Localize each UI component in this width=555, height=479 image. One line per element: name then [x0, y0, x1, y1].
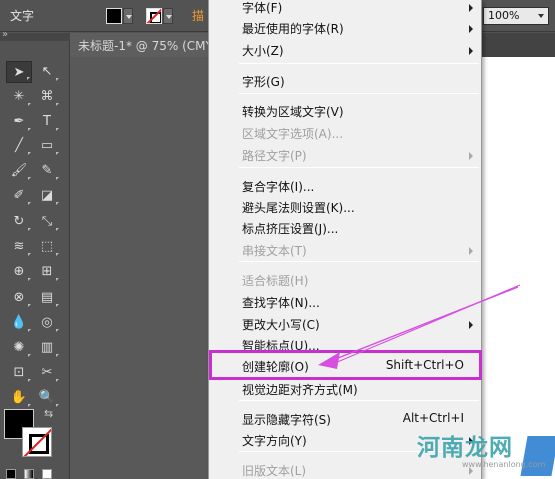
fill-color-swatch[interactable]: [106, 8, 122, 24]
menu-item-11: 适合标题(H): [210, 269, 482, 291]
menu-item-2[interactable]: 大小(Z): [210, 39, 482, 61]
menu-item-label: 字体(F): [242, 1, 283, 15]
paintbrush-tool-icon[interactable]: 🖌: [6, 160, 32, 182]
control-bar-truncated-label: 描: [192, 9, 205, 23]
menu-item-label: 避头尾法则设置(K)...: [242, 201, 355, 215]
artboard[interactable]: [480, 57, 555, 479]
submenu-arrow-icon: [469, 4, 473, 12]
menu-item-label: 显示隐藏字符(S): [242, 413, 331, 427]
menu-separator: [239, 167, 479, 168]
menu-item-12[interactable]: 查找字体(N)...: [210, 291, 482, 313]
panel-grip[interactable]: [0, 29, 70, 41]
line-segment-tool-icon[interactable]: ╱: [6, 135, 32, 157]
eraser-tool-icon[interactable]: ◪: [34, 185, 60, 207]
menu-item-label: 更改大小写(C): [242, 318, 320, 332]
selection-tool-icon[interactable]: ➤: [6, 61, 32, 83]
menu-item-10: 串接文本(T): [210, 239, 482, 261]
blob-brush-tool-icon[interactable]: ✐: [6, 185, 32, 207]
menu-item-13[interactable]: 更改大小写(C): [210, 313, 482, 335]
menu-item-label: 标点挤压设置(J)...: [242, 222, 339, 236]
shape-builder-tool-icon[interactable]: ⊕: [6, 261, 32, 283]
menu-item-label: 大小(Z): [242, 44, 284, 58]
gradient-tool-icon[interactable]: ▤: [34, 287, 60, 309]
swap-fill-stroke-icon[interactable]: ⇆: [44, 407, 53, 420]
menu-item-0[interactable]: 字体(F): [210, 0, 482, 18]
pen-tool-icon[interactable]: ✒: [6, 111, 32, 133]
watermark-logo: [520, 436, 555, 476]
watermark-text: 河南龙网: [417, 435, 513, 461]
stroke-box[interactable]: [22, 427, 52, 457]
mesh-tool-icon[interactable]: ⊗: [6, 287, 32, 309]
menu-item-label: 区域文字选项(A)...: [242, 127, 344, 141]
menu-separator: [239, 93, 479, 94]
menu-item-7[interactable]: 复合字体(I)...: [210, 175, 482, 197]
menu-item-17[interactable]: 显示隐藏字符(S) Alt+Ctrl+I: [210, 408, 482, 430]
rectangle-tool-icon[interactable]: ▭: [34, 135, 60, 157]
highlight-box: [209, 350, 482, 380]
menu-separator: [239, 261, 479, 262]
type-tool-icon[interactable]: T: [34, 111, 60, 133]
menu-item-16[interactable]: 视觉边距对齐方式(M): [210, 378, 482, 400]
menu-item-1[interactable]: 最近使用的字体(R): [210, 17, 482, 39]
document-tab[interactable]: 未标题-1* @ 75% (CMYK/预览): [70, 33, 210, 57]
submenu-arrow-icon: [469, 25, 473, 33]
stroke-color-swatch[interactable]: [146, 8, 162, 24]
perspective-grid-tool-icon[interactable]: ⊞: [34, 261, 60, 283]
menu-separator: [239, 400, 479, 401]
menu-item-8[interactable]: 避头尾法则设置(K)...: [210, 196, 482, 218]
menu-item-label: 适合标题(H): [242, 274, 309, 288]
type-menu: 字体(F) 最近使用的字体(R) 大小(Z) 字形(G) 转换为区域文字(V) 区域文字选…: [208, 0, 482, 479]
submenu-arrow-icon: [469, 47, 473, 55]
rotate-tool-icon[interactable]: ↻: [6, 211, 32, 233]
menu-item-label: 转换为区域文字(V): [242, 105, 344, 119]
menu-item-4[interactable]: 转换为区域文字(V): [210, 100, 482, 122]
menu-item-label: 路径文字(P): [242, 149, 307, 163]
fill-dropdown-icon[interactable]: [123, 8, 133, 24]
menu-item-label: 旧版文本(L): [242, 464, 307, 478]
slice-tool-icon[interactable]: ✂: [34, 362, 60, 384]
menu-item-label: 串接文本(T): [242, 244, 307, 258]
menu-item-19: 旧版文本(L): [210, 459, 482, 479]
magic-wand-tool-icon[interactable]: ✳: [6, 86, 32, 108]
width-tool-icon[interactable]: ≋: [6, 236, 32, 258]
submenu-arrow-icon: [469, 247, 473, 255]
eyedropper-tool-icon[interactable]: 💧: [6, 312, 32, 334]
artboard-tool-icon[interactable]: ⊡: [6, 362, 32, 384]
gradient-mode-icon[interactable]: [24, 469, 34, 479]
stroke-dropdown-icon[interactable]: [163, 8, 173, 24]
free-transform-tool-icon[interactable]: ⬚: [34, 236, 60, 258]
pencil-tool-icon[interactable]: ✎: [34, 160, 60, 182]
submenu-arrow-icon: [469, 321, 473, 329]
direct-selection-tool-icon[interactable]: ↖: [34, 61, 60, 83]
none-mode-icon[interactable]: [42, 469, 52, 479]
menu-item-label: 文字方向(Y): [242, 434, 307, 448]
tools-panel: ➤↖✳⌘✒T╱▭🖌✎✐◪↻⤡≋⬚⊕⊞⊗▤💧◎✺▥⊡✂✋🔍 ⇆: [0, 29, 70, 479]
opacity-select[interactable]: 100%: [483, 7, 549, 25]
menu-item-shortcut: Alt+Ctrl+I: [402, 411, 464, 425]
hand-tool-icon[interactable]: ✋: [6, 387, 32, 409]
menu-item-3[interactable]: 字形(G): [210, 70, 482, 92]
menu-item-label: 复合字体(I)...: [242, 180, 315, 194]
menu-item-5: 区域文字选项(A)...: [210, 122, 482, 144]
color-mode-icon[interactable]: [6, 469, 16, 479]
submenu-arrow-icon: [469, 152, 473, 160]
menu-item-label: 字形(G): [242, 75, 285, 89]
menu-item-label: 视觉边距对齐方式(M): [242, 383, 358, 397]
menu-item-6: 路径文字(P): [210, 144, 482, 166]
symbol-sprayer-tool-icon[interactable]: ✺: [6, 337, 32, 359]
lasso-tool-icon[interactable]: ⌘: [34, 86, 60, 108]
blend-tool-icon[interactable]: ◎: [34, 312, 60, 334]
menu-item-label: 最近使用的字体(R): [242, 22, 344, 36]
menu-separator: [239, 63, 479, 64]
scale-tool-icon[interactable]: ⤡: [34, 211, 60, 233]
app-window: 文字 描 × 100% ➤↖✳⌘✒T╱▭🖌✎✐◪↻⤡≋⬚⊕⊞⊗▤💧◎✺▥⊡✂✋🔍…: [0, 0, 555, 479]
watermark-url: www.henanlong.com: [462, 460, 546, 469]
menu-item-9[interactable]: 标点挤压设置(J)...: [210, 217, 482, 239]
column-graph-tool-icon[interactable]: ▥: [34, 337, 60, 359]
control-bar-label: 文字: [10, 9, 35, 23]
zoom-tool-icon[interactable]: 🔍: [34, 387, 60, 409]
menu-item-label: 查找字体(N)...: [242, 296, 320, 310]
